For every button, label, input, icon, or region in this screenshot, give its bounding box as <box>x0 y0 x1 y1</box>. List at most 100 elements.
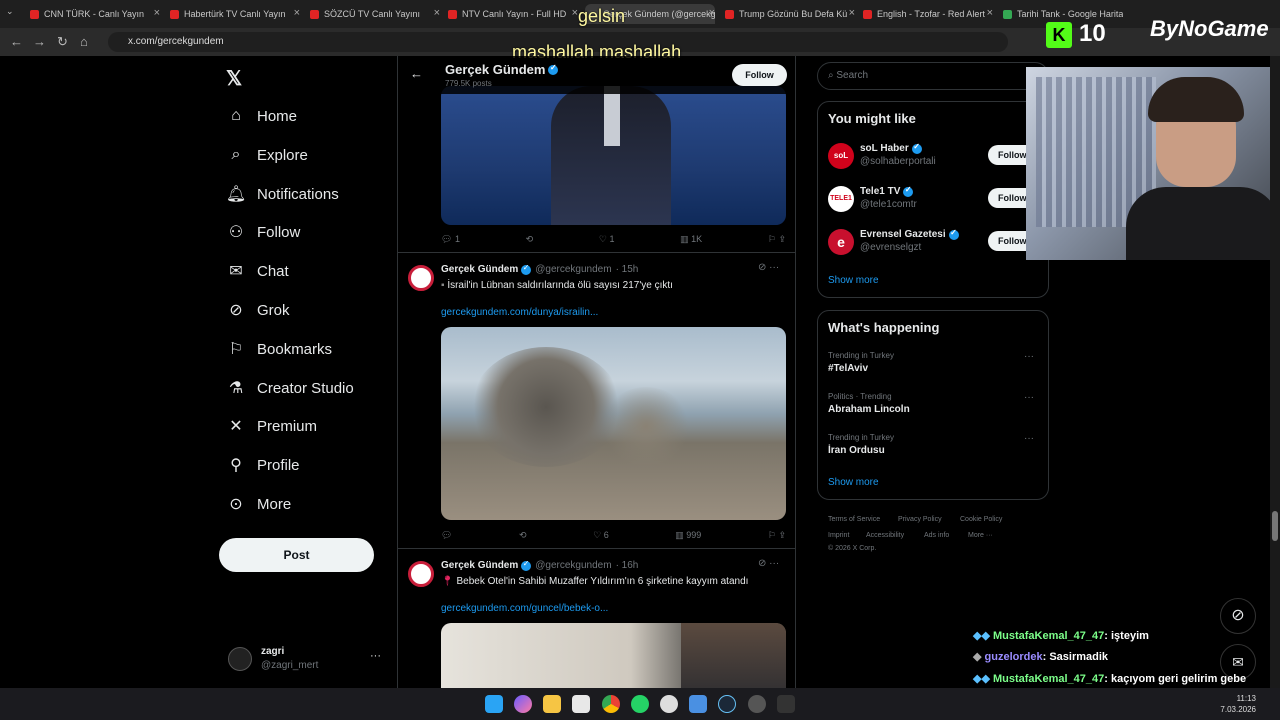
tab-trump-news[interactable]: Trump Gözünü Bu Defa Kü × <box>725 4 855 24</box>
like-button[interactable]: ♡ 6 <box>593 530 609 541</box>
nav-explore[interactable]: ⌕ Explore <box>225 141 308 169</box>
bookmark-icon[interactable]: ⚐ ⇪ <box>768 530 786 541</box>
more-icon[interactable]: ··· <box>1024 392 1034 403</box>
settings-icon[interactable] <box>748 695 766 713</box>
search-input[interactable]: ⌕ Search <box>817 62 1049 90</box>
terminal-icon[interactable] <box>777 695 795 713</box>
suggested-account[interactable]: TELE1 Tele1 TV @tele1comtr Follow <box>828 185 1050 216</box>
footer-link[interactable]: More ··· <box>968 532 993 539</box>
close-icon[interactable]: × <box>294 7 300 19</box>
tab-sozcu[interactable]: SÖZCÜ TV Canlı Yayını × <box>310 4 440 24</box>
footer-copyright: © 2026 X Corp. <box>828 545 877 552</box>
nav-profile[interactable]: ⚲ Profile <box>225 451 299 479</box>
footer-link[interactable]: Ads info <box>924 532 949 539</box>
tab-cnn-turk[interactable]: CNN TÜRK - Canlı Yayın × <box>30 4 160 24</box>
home-browser-icon[interactable]: ⌂ <box>80 34 88 49</box>
nav-bookmarks[interactable]: ⚐ Bookmarks <box>225 335 332 363</box>
tweet-time[interactable]: · 16h <box>616 560 639 571</box>
account-handle: @zagri_mert <box>261 660 319 671</box>
post-button[interactable]: Post <box>219 538 374 572</box>
views-count[interactable]: ▥ 1K <box>680 234 702 245</box>
nav-follow[interactable]: ⚇ Follow <box>225 218 301 246</box>
reply-button[interactable]: 💬︎ 1 <box>441 234 460 245</box>
nav-notifications[interactable]: 🔔︎ Notifications <box>225 180 339 208</box>
x-logo-icon[interactable]: 𝕏 <box>226 66 242 91</box>
chat-message: ◆◆ MustafaKemal_47_47: kaçıyom geri geli… <box>973 671 1248 688</box>
nav-premium[interactable]: ✕ Premium <box>225 412 317 440</box>
tweet-avatar[interactable] <box>408 561 434 587</box>
nav-more[interactable]: ⊙ More <box>225 490 291 518</box>
reload-icon[interactable]: ↻ <box>57 34 68 50</box>
tweet-time[interactable]: · 15h <box>616 264 639 275</box>
show-more-link[interactable]: Show more <box>828 477 879 488</box>
tab-ntv[interactable]: NTV Canlı Yayın - Full HD × <box>448 4 578 24</box>
close-icon[interactable]: × <box>987 7 993 19</box>
views-count[interactable]: ▥ 999 <box>675 530 701 541</box>
tab-haberturk[interactable]: Habertürk TV Canlı Yayın × <box>170 4 300 24</box>
tab-tzofar[interactable]: English - Tzofar - Red Alert × <box>863 4 993 24</box>
footer-link[interactable]: Cookie Policy <box>960 516 1002 523</box>
nav-creator-studio[interactable]: ⚗ Creator Studio <box>225 374 354 402</box>
forward-arrow-icon[interactable]: → <box>33 34 46 49</box>
app-icon[interactable] <box>660 695 678 713</box>
footer-link[interactable]: Imprint <box>828 532 849 539</box>
scrollbar-thumb[interactable] <box>1272 511 1278 541</box>
close-icon[interactable]: × <box>709 7 715 19</box>
footer-link[interactable]: Privacy Policy <box>898 516 942 523</box>
footer-link[interactable]: Accessibility <box>866 532 904 539</box>
account-more-icon[interactable]: ··· <box>370 650 381 662</box>
tweet-link[interactable]: gercekgundem.com/guncel/bebek-o... <box>441 603 608 614</box>
follow-button[interactable]: Follow <box>732 64 787 86</box>
grok-float-icon[interactable]: ⊘ <box>1220 598 1256 634</box>
close-icon[interactable]: × <box>849 7 855 19</box>
account-handle: @evrenselgzt <box>860 242 922 253</box>
steam-icon[interactable] <box>718 695 736 713</box>
trend-item[interactable]: Trending in Turkey #TelAviv ··· <box>828 351 1040 374</box>
repost-icon[interactable]: ⟲ <box>519 530 527 541</box>
suggested-account[interactable]: e Evrensel Gazetesi @evrenselgzt Follow <box>828 228 1050 259</box>
nav-grok[interactable]: ⊘ Grok <box>225 296 289 324</box>
more-icon[interactable]: ··· <box>1024 351 1034 362</box>
show-more-link[interactable]: Show more <box>828 275 879 286</box>
bynogame-brand: ByNoGame <box>1150 16 1269 41</box>
tab-search-icon[interactable]: ⌄ <box>6 6 14 17</box>
store-icon[interactable] <box>572 695 590 713</box>
nav-chat[interactable]: ✉ Chat <box>225 257 288 285</box>
windows-start-icon[interactable] <box>485 695 503 713</box>
close-icon[interactable]: × <box>434 7 440 19</box>
suggested-account[interactable]: soL soL Haber @solhaberportali Follow <box>828 142 1050 173</box>
like-button[interactable]: ♡ 1 <box>599 234 615 245</box>
back-arrow-icon[interactable]: ← <box>10 34 23 49</box>
grok-small-icon[interactable]: ⊘ ··· <box>758 262 779 273</box>
footer-link[interactable]: Terms of Service <box>828 516 880 523</box>
reply-button[interactable]: 💬︎ <box>441 530 452 541</box>
tweet-image[interactable] <box>441 86 786 225</box>
trend-item[interactable]: Trending in Turkey İran Ordusu ··· <box>828 433 1040 456</box>
profile-name-row: Gerçek Gündem <box>445 62 559 77</box>
back-arrow-icon[interactable]: ← <box>410 66 423 81</box>
system-clock[interactable]: 11:13 7.03.2026 <box>1220 693 1256 715</box>
tweet-image[interactable] <box>441 623 786 688</box>
bookmark-icon[interactable]: ⚐ ⇪ <box>768 234 786 245</box>
file-explorer-icon[interactable] <box>543 695 561 713</box>
app-icon[interactable] <box>689 695 707 713</box>
page-scrollbar[interactable] <box>1270 56 1280 688</box>
whatsapp-icon[interactable] <box>631 695 649 713</box>
more-icon[interactable]: ··· <box>1024 433 1034 444</box>
tweet-link[interactable]: gercekgundem.com/dunya/israilin... <box>441 307 598 318</box>
close-icon[interactable]: × <box>154 7 160 19</box>
tweet-author[interactable]: Gerçek Gündem <box>441 560 518 571</box>
grok-small-icon[interactable]: ⊘ ··· <box>758 558 779 569</box>
tweet-author[interactable]: Gerçek Gündem <box>441 264 518 275</box>
nav-home[interactable]: ⌂ Home <box>225 102 297 130</box>
tweet-avatar[interactable] <box>408 265 434 291</box>
copilot-icon[interactable] <box>514 695 532 713</box>
tweet-image[interactable] <box>441 327 786 520</box>
profile-timeline: ← Gerçek Gündem 779.5K posts Follow 💬︎ 1… <box>397 56 796 688</box>
trend-title: #TelAviv <box>828 363 869 374</box>
chrome-icon[interactable] <box>602 695 620 713</box>
chat-user: MustafaKemal_47_47 <box>992 630 1105 642</box>
repost-icon[interactable]: ⟲ <box>526 234 534 245</box>
account-avatar[interactable] <box>228 647 252 671</box>
trend-item[interactable]: Politics · Trending Abraham Lincoln ··· <box>828 392 1040 415</box>
